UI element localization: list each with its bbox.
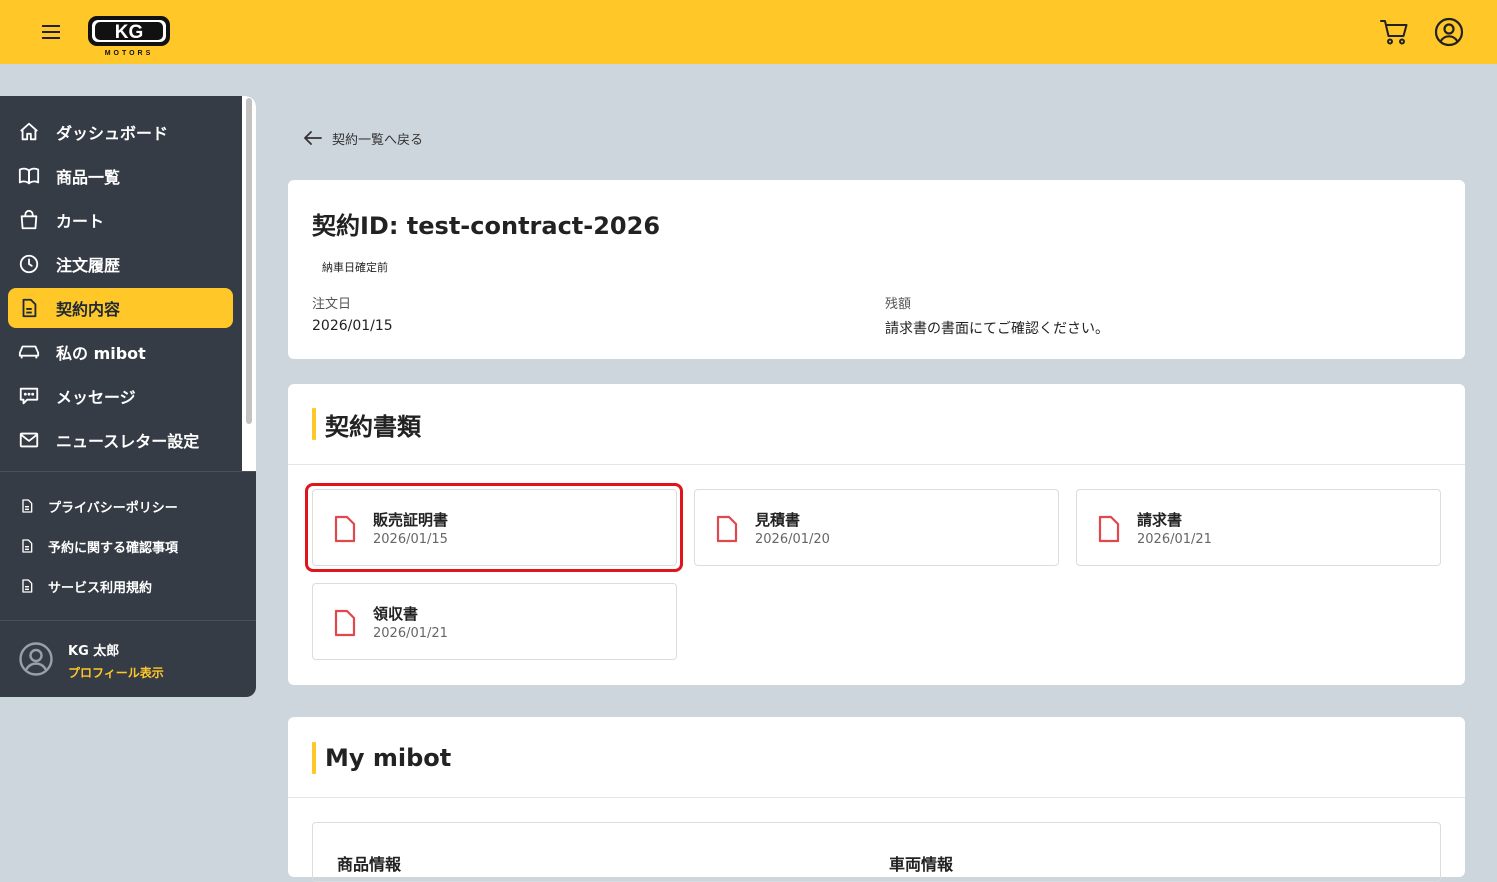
sidebar-scrollbar-thumb[interactable] [246, 98, 252, 424]
document-name: 見積書 [755, 511, 801, 529]
document-date: 2026/01/21 [373, 626, 448, 641]
back-link-label: 契約一覧へ戻る [332, 132, 424, 148]
document-icon [17, 296, 41, 320]
file-icon [334, 515, 356, 543]
mibot-info-box: 商品情報 車両情報 [312, 822, 1441, 882]
product-info-heading: 商品情報 [337, 855, 402, 874]
sidebar-item-label: ダッシュボード [56, 124, 169, 143]
document-date: 2026/01/21 [1137, 532, 1212, 547]
sidebar-item-dashboard[interactable]: ダッシュボード [8, 112, 233, 152]
document-icon [18, 537, 36, 555]
account-icon[interactable] [1433, 16, 1465, 48]
sidebar-item-label: 商品一覧 [56, 168, 121, 187]
sidebar-item-my-mibot[interactable]: 私の mibot [8, 332, 233, 372]
top-bar: KG MOTORS [0, 0, 1497, 64]
kg-motors-logo[interactable]: KG MOTORS [87, 14, 173, 58]
arrow-left-icon [304, 131, 322, 145]
my-mibot-card: My mibot 商品情報 車両情報 [288, 717, 1465, 882]
document-tile[interactable]: 販売証明書 2026/01/15 [312, 489, 677, 566]
document-name: 販売証明書 [373, 511, 449, 529]
sidebar-item-label: ニュースレター設定 [56, 432, 200, 451]
chat-icon [17, 384, 41, 408]
file-icon [716, 515, 738, 543]
sidebar-item-label: 契約内容 [56, 300, 121, 319]
sidebar-item-cart[interactable]: カート [8, 200, 233, 240]
sidebar-item-messages[interactable]: メッセージ [8, 376, 233, 416]
sidebar-divider [0, 620, 256, 621]
cart-icon[interactable] [1378, 16, 1410, 48]
document-tile[interactable]: 見積書 2026/01/20 [694, 489, 1059, 566]
document-date: 2026/01/15 [373, 532, 448, 547]
avatar-icon[interactable] [18, 641, 54, 677]
sidebar-item-label: 私の mibot [56, 344, 146, 363]
sidebar-link-terms-of-service[interactable]: サービス利用規約 [18, 574, 152, 598]
back-to-contracts-link[interactable]: 契約一覧へ戻る [304, 128, 423, 148]
sidebar-scrollbar[interactable] [242, 96, 256, 471]
accent-bar [312, 742, 316, 774]
sidebar-link-label: 予約に関する確認事項 [48, 540, 179, 556]
sidebar-item-products[interactable]: 商品一覧 [8, 156, 233, 196]
section-title: My mibot [312, 742, 451, 774]
sidebar-link-label: サービス利用規約 [48, 580, 153, 596]
document-name: 領収書 [373, 605, 419, 623]
section-title-text: My mibot [325, 744, 452, 772]
bag-icon [17, 208, 41, 232]
document-date: 2026/01/20 [755, 532, 830, 547]
order-date-label: 注文日 [312, 297, 352, 312]
sidebar-link-privacy-policy[interactable]: プライバシーポリシー [18, 494, 178, 518]
file-icon [334, 609, 356, 637]
order-date-value: 2026/01/15 [312, 318, 393, 334]
svg-text:MOTORS: MOTORS [105, 50, 154, 57]
status-badge: 納車日確定前 [322, 261, 388, 274]
home-icon [17, 120, 41, 144]
clock-icon [17, 252, 41, 276]
sidebar-link-reservation-terms[interactable]: 予約に関する確認事項 [18, 534, 178, 558]
sidebar-item-order-history[interactable]: 注文履歴 [8, 244, 233, 284]
section-title-text: 契約書類 [325, 412, 421, 441]
document-tile[interactable]: 請求書 2026/01/21 [1076, 489, 1441, 566]
balance-value: 請求書の書面にてご確認ください。 [885, 321, 1109, 337]
sidebar-divider [0, 471, 256, 472]
balance-label: 残額 [885, 297, 912, 312]
document-icon [18, 577, 36, 595]
vehicle-info-heading: 車両情報 [889, 855, 954, 874]
document-tile[interactable]: 領収書 2026/01/21 [312, 583, 677, 660]
book-icon [17, 164, 41, 188]
sidebar-item-newsletter[interactable]: ニュースレター設定 [8, 420, 233, 460]
mail-icon [17, 428, 41, 452]
sidebar-item-label: メッセージ [56, 388, 136, 407]
card-divider [288, 797, 1465, 798]
document-icon [18, 497, 36, 515]
sidebar-link-label: プライバシーポリシー [48, 500, 178, 516]
car-icon [17, 340, 41, 364]
contract-summary-card: 契約ID: test-contract-2026 納車日確定前 注文日 2026… [288, 180, 1465, 359]
accent-bar [312, 408, 316, 440]
sidebar-item-contract[interactable]: 契約内容 [8, 288, 233, 328]
document-name: 請求書 [1137, 511, 1183, 529]
sidebar: ダッシュボード 商品一覧 カート 注文履歴 契約内容 私の mibot メッセー… [0, 96, 256, 697]
file-icon [1098, 515, 1120, 543]
profile-link[interactable]: プロフィール表示 [68, 664, 164, 681]
card-divider [288, 464, 1465, 465]
sidebar-item-label: 注文履歴 [56, 256, 121, 275]
contract-documents-card: 契約書類 販売証明書 2026/01/15 見積書 2026/01/20 請求書… [288, 384, 1465, 685]
user-name: KG 太郎 [68, 644, 120, 659]
section-title: 契約書類 [312, 408, 421, 441]
menu-icon[interactable] [38, 20, 66, 44]
sidebar-item-label: カート [56, 212, 105, 231]
svg-text:KG: KG [115, 22, 144, 43]
contract-title: 契約ID: test-contract-2026 [312, 212, 661, 240]
